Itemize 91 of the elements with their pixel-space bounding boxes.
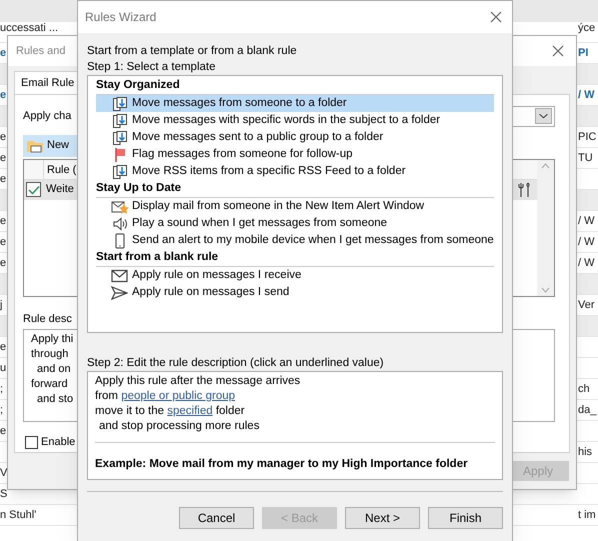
window-title: Rules and: [16, 44, 66, 59]
template-label: Play a sound when I get messages from someone: [132, 216, 388, 231]
mail-list-text: e: [0, 424, 6, 438]
template-item[interactable]: Flag messages from someone for follow-up: [96, 146, 494, 163]
mail-list-text: ;: [0, 404, 4, 416]
template-label: Move messages sent to a public group to a folder: [132, 130, 384, 145]
dialog-button[interactable]: Next >: [345, 507, 420, 529]
mail-list-text: Ver: [578, 298, 596, 312]
chevron-down-icon: [535, 108, 552, 124]
mail-list-text: / W: [578, 236, 596, 248]
mail-list-text: PIC: [578, 130, 598, 144]
close-icon[interactable]: [490, 11, 502, 23]
mail-list-text: e: [0, 172, 6, 186]
mail-list-text: j: [0, 298, 2, 312]
description-line: forward: [31, 377, 68, 392]
mail-list-text: t im: [578, 508, 597, 522]
checkbox[interactable]: [26, 182, 41, 197]
template-label: Flag messages from someone for follow-up: [132, 146, 353, 162]
envelope-icon: [111, 268, 128, 282]
envelope-star-icon: [110, 198, 128, 214]
mail-list-text: uccessati ...: [0, 22, 58, 35]
description-line: from people or public group: [95, 389, 236, 404]
mail-list-text: / W: [578, 256, 596, 270]
send-icon: [111, 286, 128, 300]
template-item[interactable]: Apply rule on messages I receive: [96, 267, 494, 284]
template-label: Move messages with specific words in the subject to a folder: [132, 112, 440, 128]
dialog-button[interactable]: Finish: [428, 507, 503, 529]
checkbox-label: Enable: [41, 435, 76, 450]
rule-name: Weite: [45, 182, 74, 198]
description-line: and stop processing more rules: [98, 419, 260, 434]
mail-list-text: V: [0, 466, 8, 480]
folder-arrow-icon: [112, 130, 128, 146]
mail-list-text: u: [0, 362, 6, 374]
template-label: Apply rule on messages I send: [132, 284, 290, 300]
group-heading: Stay Up to Date: [96, 180, 494, 198]
step-label: Step 1: Select a template: [87, 60, 216, 75]
description-link[interactable]: specified: [167, 405, 213, 417]
template-item[interactable]: Send an alert to my mobile device when I get messages from someone: [96, 232, 494, 249]
description-line: Apply this rule after the message arrives: [95, 374, 300, 389]
mail-list-text: n Stuhl': [0, 508, 36, 522]
mail-list-text: his: [578, 446, 594, 458]
template-item[interactable]: Display mail from someone in the New Item Alert Window: [96, 198, 494, 215]
column-header[interactable]: Rule (: [44, 160, 76, 178]
example-text: Example: Move mail from my manager to my High Importance folder: [95, 458, 468, 470]
description-line: through: [31, 347, 68, 362]
mail-list-text: e: [0, 214, 6, 228]
mail-list-text: e: [0, 152, 6, 164]
checkbox[interactable]: [25, 436, 38, 449]
description-line: and on: [37, 362, 71, 377]
mail-list-text: ch: [578, 382, 591, 396]
description-line: and sto: [37, 392, 74, 407]
mail-list-text: / W: [578, 88, 596, 102]
template-item[interactable]: Move messages from someone to a folder: [96, 95, 494, 112]
close-icon[interactable]: [552, 45, 564, 57]
mail-list-text: ;: [0, 382, 4, 396]
mail-list-text: e: [0, 46, 6, 60]
section-label: Rule desc: [23, 312, 72, 326]
mail-list-text: / W: [578, 214, 596, 228]
mail-list-text: TU: [578, 152, 594, 164]
field-label: Apply cha: [23, 108, 72, 124]
dialog-button[interactable]: Cancel: [179, 507, 254, 529]
folder-arrow-icon: [112, 96, 128, 112]
mail-list-text: e: [0, 88, 6, 102]
mail-list-text: e: [0, 340, 6, 354]
template-label: Apply rule on messages I receive: [132, 268, 302, 283]
step-label: Step 2: Edit the rule description (click an underlined value): [87, 356, 384, 371]
template-label: Move RSS items from a specific RSS Feed to a folder: [132, 164, 406, 179]
speaker-icon: [112, 216, 128, 232]
template-item[interactable]: Move RSS items from a specific RSS Feed to a folder: [96, 163, 494, 180]
group-heading: Start from a blank rule: [96, 249, 494, 267]
mail-list-text: e: [0, 236, 6, 248]
template-item[interactable]: Move messages with specific words in the subject to a folder: [96, 112, 494, 129]
description-link[interactable]: people or public group: [121, 390, 236, 402]
description-line: Apply thi: [31, 332, 74, 347]
mail-list-text: ýce: [578, 22, 596, 35]
template-item[interactable]: Apply rule on messages I send: [96, 284, 494, 301]
description-line: move it to the specified folder: [95, 404, 245, 419]
mail-list-text: e: [0, 256, 6, 270]
window-title: Rules Wizard: [85, 9, 156, 26]
mail-list-text: S: [0, 488, 8, 500]
mail-list-text: PI: [578, 46, 590, 60]
template-label: Move messages from someone to a folder: [132, 96, 347, 111]
template-item[interactable]: Move messages sent to a public group to a folder: [96, 129, 494, 146]
template-label: Display mail from someone in the New Item Alert Window: [132, 198, 424, 214]
template-label: Send an alert to my mobile device when I get messages from someone: [132, 232, 494, 248]
intro-text: Start from a template or from a blank rule: [87, 44, 297, 59]
folder-arrow-icon: [112, 164, 128, 180]
template-item[interactable]: Play a sound when I get messages from someone: [96, 215, 494, 232]
folder-arrow-icon: [112, 112, 128, 128]
mail-list-text: e: [0, 130, 6, 144]
mail-list-text: da_: [578, 404, 598, 416]
